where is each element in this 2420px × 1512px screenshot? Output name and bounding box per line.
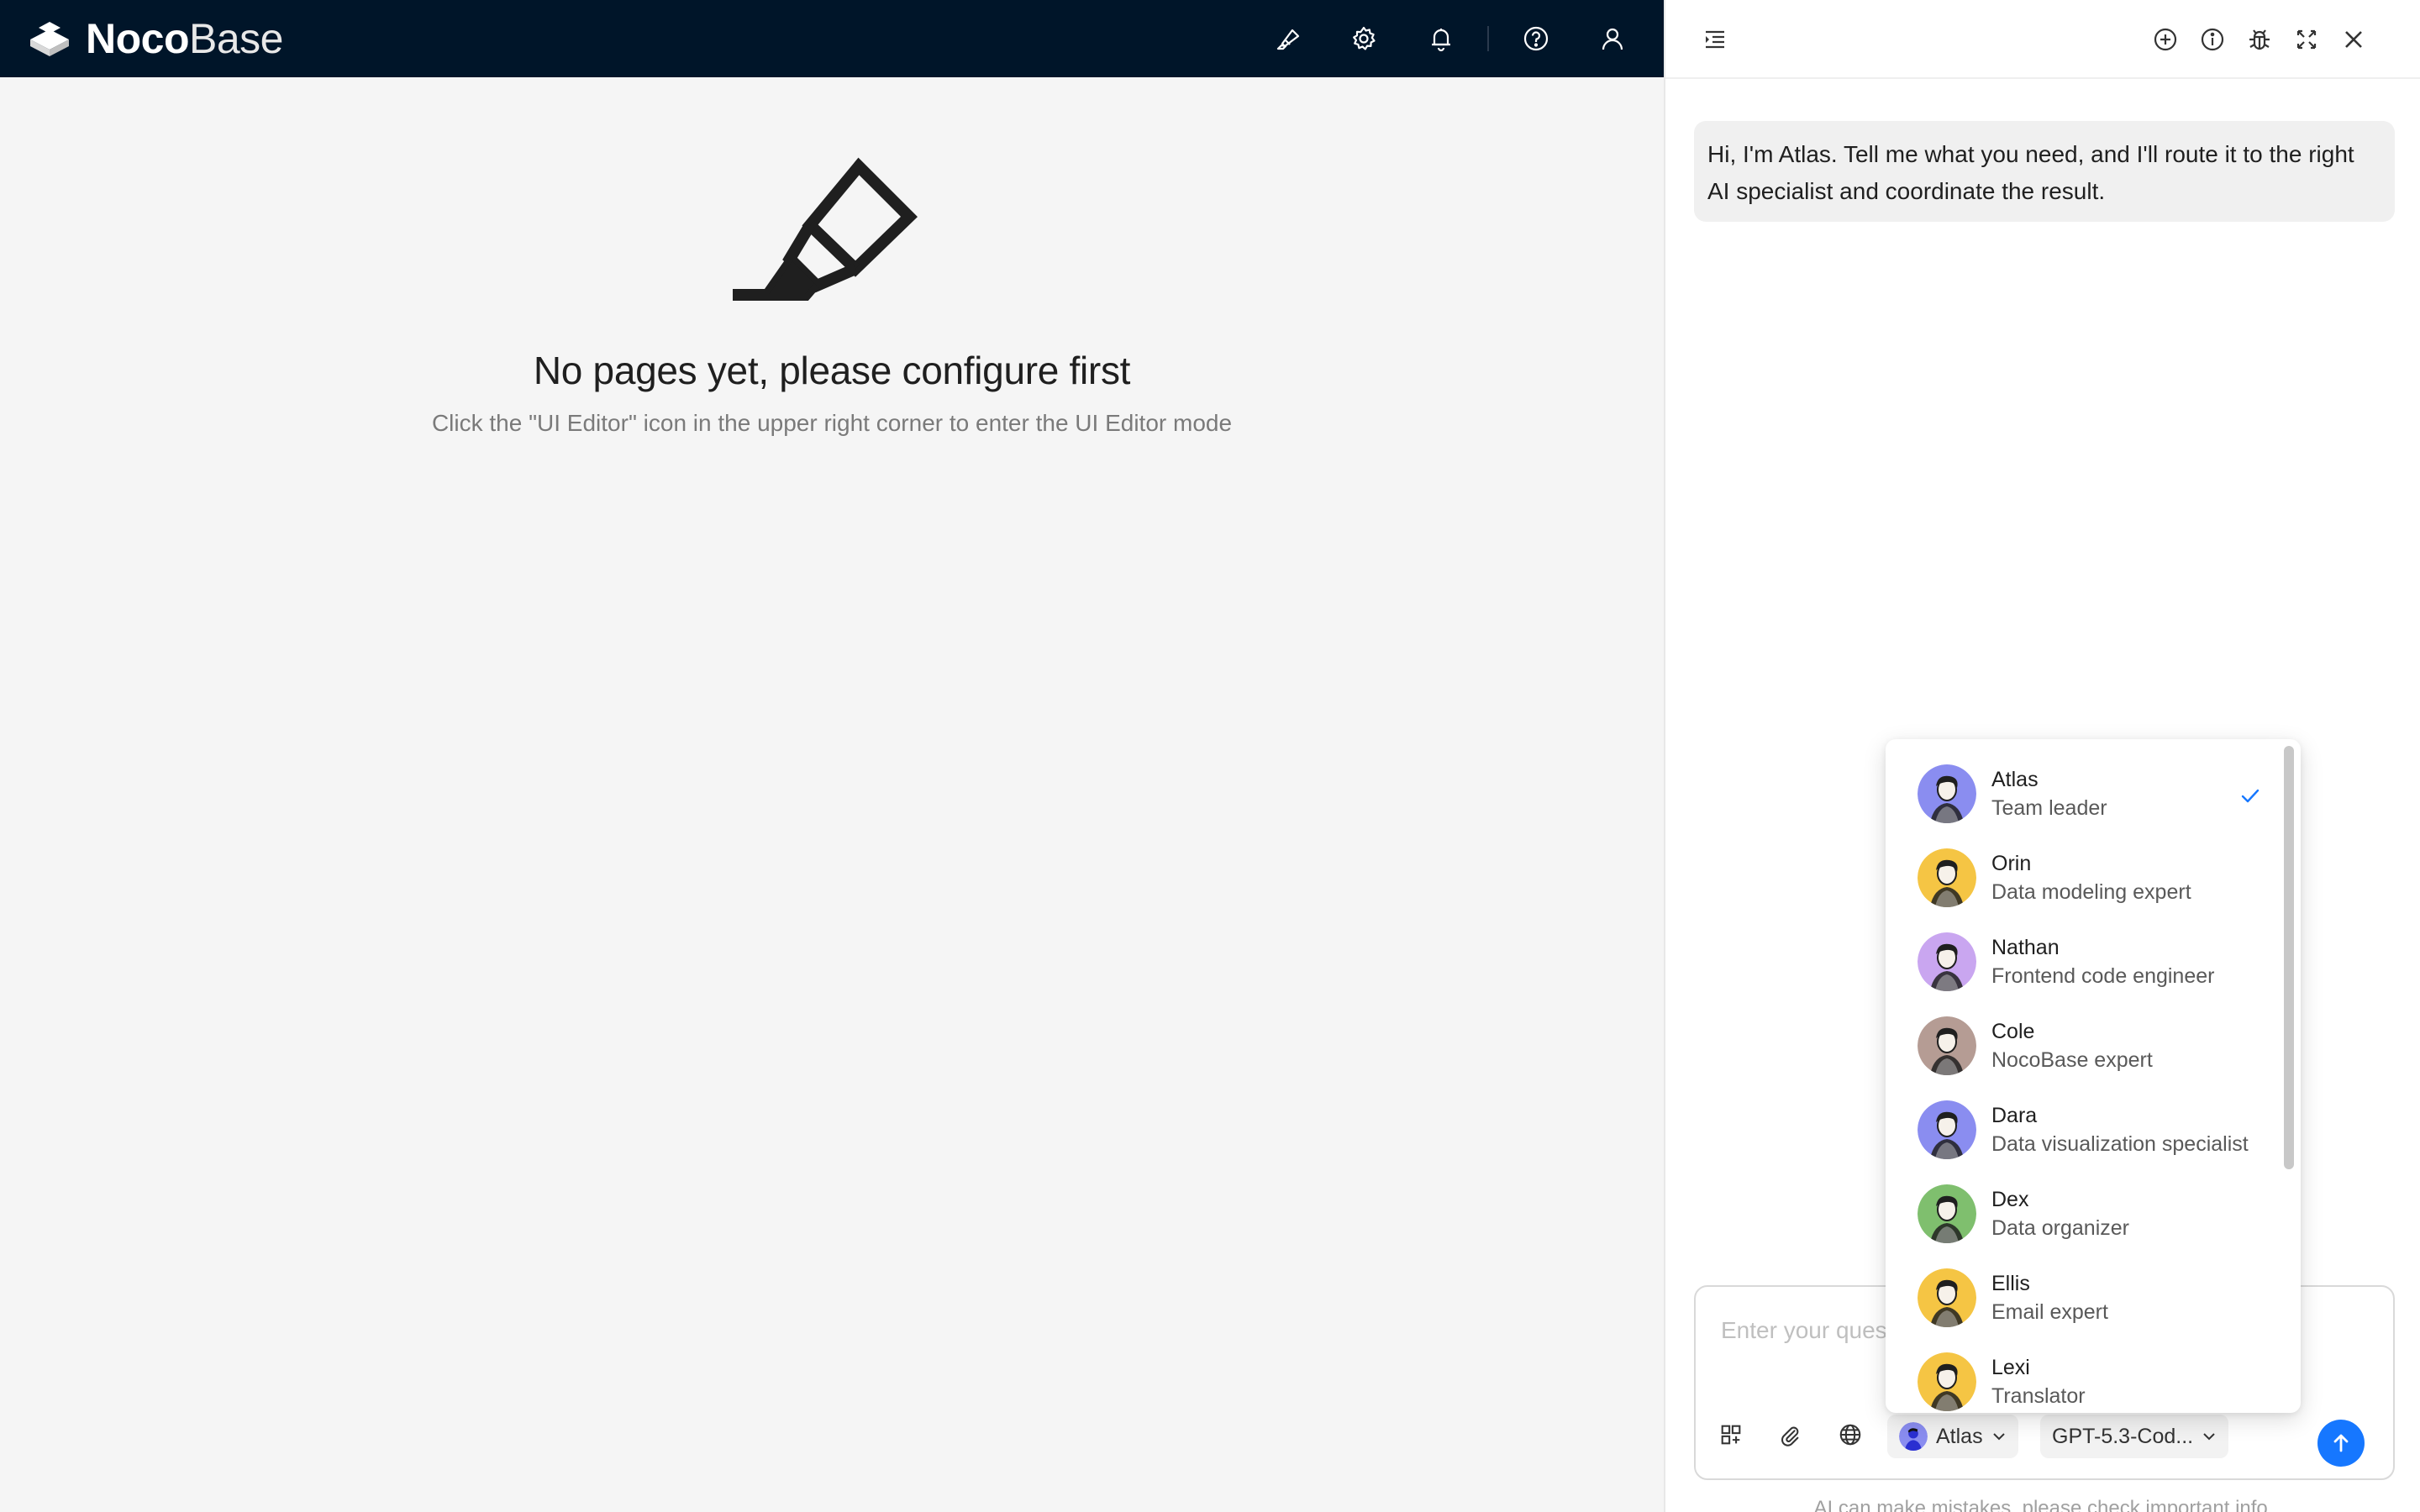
- chevron-down-icon: [1992, 1433, 2005, 1441]
- top-navbar: NocoBase: [0, 0, 1664, 77]
- agent-role: Team leader: [1991, 796, 2107, 820]
- agent-role: Data visualization specialist: [1991, 1132, 2249, 1156]
- agent-name: Cole: [1991, 1020, 2035, 1043]
- settings-icon[interactable]: [1344, 19, 1383, 58]
- agent-option-cole[interactable]: Cole NocoBase expert: [1886, 1000, 2281, 1084]
- selected-model-label: GPT-5.3-Cod...: [2052, 1424, 2194, 1448]
- ui-editor-icon[interactable]: [1269, 19, 1307, 58]
- agent-name: Dara: [1991, 1104, 2038, 1127]
- agent-dropdown[interactable]: Atlas Team leader Orin Data modeling expert…: [1886, 739, 2301, 1413]
- web-search-icon[interactable]: [1832, 1416, 1869, 1453]
- agent-role: Data modeling expert: [1991, 880, 2191, 904]
- info-icon[interactable]: [2196, 24, 2228, 55]
- debug-icon[interactable]: [2244, 24, 2275, 55]
- agent-name: Lexi: [1991, 1356, 2030, 1379]
- brand-name-bold: Noco: [86, 15, 190, 62]
- dex-avatar-icon: [1918, 1184, 1976, 1243]
- lexi-avatar-icon: [1918, 1352, 1976, 1411]
- agent-role: Frontend code engineer: [1991, 964, 2215, 988]
- agent-role: Data organizer: [1991, 1216, 2129, 1240]
- new-chat-icon[interactable]: [2149, 24, 2181, 55]
- dara-avatar-icon: [1918, 1100, 1976, 1159]
- agent-role: Email expert: [1991, 1300, 2108, 1324]
- agent-name: Ellis: [1991, 1272, 2030, 1295]
- agent-selector[interactable]: Atlas: [1887, 1415, 2018, 1458]
- agent-name: Atlas: [1991, 768, 2039, 791]
- help-icon[interactable]: [1517, 19, 1555, 58]
- chat-input-placeholder[interactable]: Enter your ques: [1721, 1317, 1887, 1344]
- disclaimer-text: AI can make mistakes, please check impor…: [1813, 1497, 2274, 1512]
- check-icon: [2241, 789, 2260, 803]
- agent-name: Dex: [1991, 1188, 2029, 1211]
- nocobase-logo-icon: [30, 22, 69, 56]
- panel-header: [1665, 0, 2420, 79]
- attachment-icon[interactable]: [1771, 1416, 1808, 1453]
- chevron-down-icon: [2203, 1433, 2215, 1441]
- dropdown-scrollbar[interactable]: [2284, 746, 2294, 1169]
- add-block-icon[interactable]: [1712, 1416, 1749, 1453]
- agent-option-atlas[interactable]: Atlas Team leader: [1886, 748, 2281, 832]
- agent-option-nathan[interactable]: Nathan Frontend code engineer: [1886, 916, 2281, 1000]
- agent-role: Translator: [1991, 1384, 2086, 1408]
- arrow-up-icon: [2333, 1434, 2349, 1452]
- selected-agent-label: Atlas: [1936, 1424, 1983, 1448]
- user-icon[interactable]: [1593, 19, 1632, 58]
- brand-name: NocoBase: [86, 14, 283, 63]
- ui-editor-illustration-icon: [733, 157, 918, 301]
- empty-state-description: Click the "UI Editor" icon in the upper …: [431, 410, 1233, 436]
- agent-name: Nathan: [1991, 936, 2060, 959]
- model-selector[interactable]: GPT-5.3-Cod...: [2040, 1415, 2229, 1458]
- brand-name-light: Base: [189, 15, 283, 62]
- assistant-message: Hi, I'm Atlas. Tell me what you need, an…: [1694, 121, 2395, 222]
- send-button[interactable]: [2317, 1420, 2365, 1467]
- agent-name: Orin: [1991, 852, 2032, 875]
- empty-state-title: No pages yet, please configure first: [533, 349, 1131, 392]
- orin-avatar-icon: [1918, 848, 1976, 907]
- atlas-avatar-icon: [1899, 1422, 1928, 1451]
- agent-option-lexi[interactable]: Lexi Translator: [1886, 1336, 2281, 1413]
- agent-role: NocoBase expert: [1991, 1048, 2153, 1072]
- header-divider: [1487, 26, 1489, 51]
- agent-option-dex[interactable]: Dex Data organizer: [1886, 1168, 2281, 1252]
- brand-logo[interactable]: NocoBase: [25, 15, 283, 62]
- atlas-avatar-icon: [1918, 764, 1976, 823]
- bell-icon[interactable]: [1422, 19, 1460, 58]
- nathan-avatar-icon: [1918, 932, 1976, 991]
- collapse-list-icon[interactable]: [1699, 24, 1731, 55]
- close-icon[interactable]: [2338, 24, 2370, 55]
- agent-option-ellis[interactable]: Ellis Email expert: [1886, 1252, 2281, 1336]
- agent-option-dara[interactable]: Dara Data visualization specialist: [1886, 1084, 2281, 1168]
- cole-avatar-icon: [1918, 1016, 1976, 1075]
- expand-icon[interactable]: [2291, 24, 2323, 55]
- main-app: NocoBase No pages yet, please configure …: [0, 0, 1664, 1512]
- agent-option-orin[interactable]: Orin Data modeling expert: [1886, 832, 2281, 916]
- ellis-avatar-icon: [1918, 1268, 1976, 1327]
